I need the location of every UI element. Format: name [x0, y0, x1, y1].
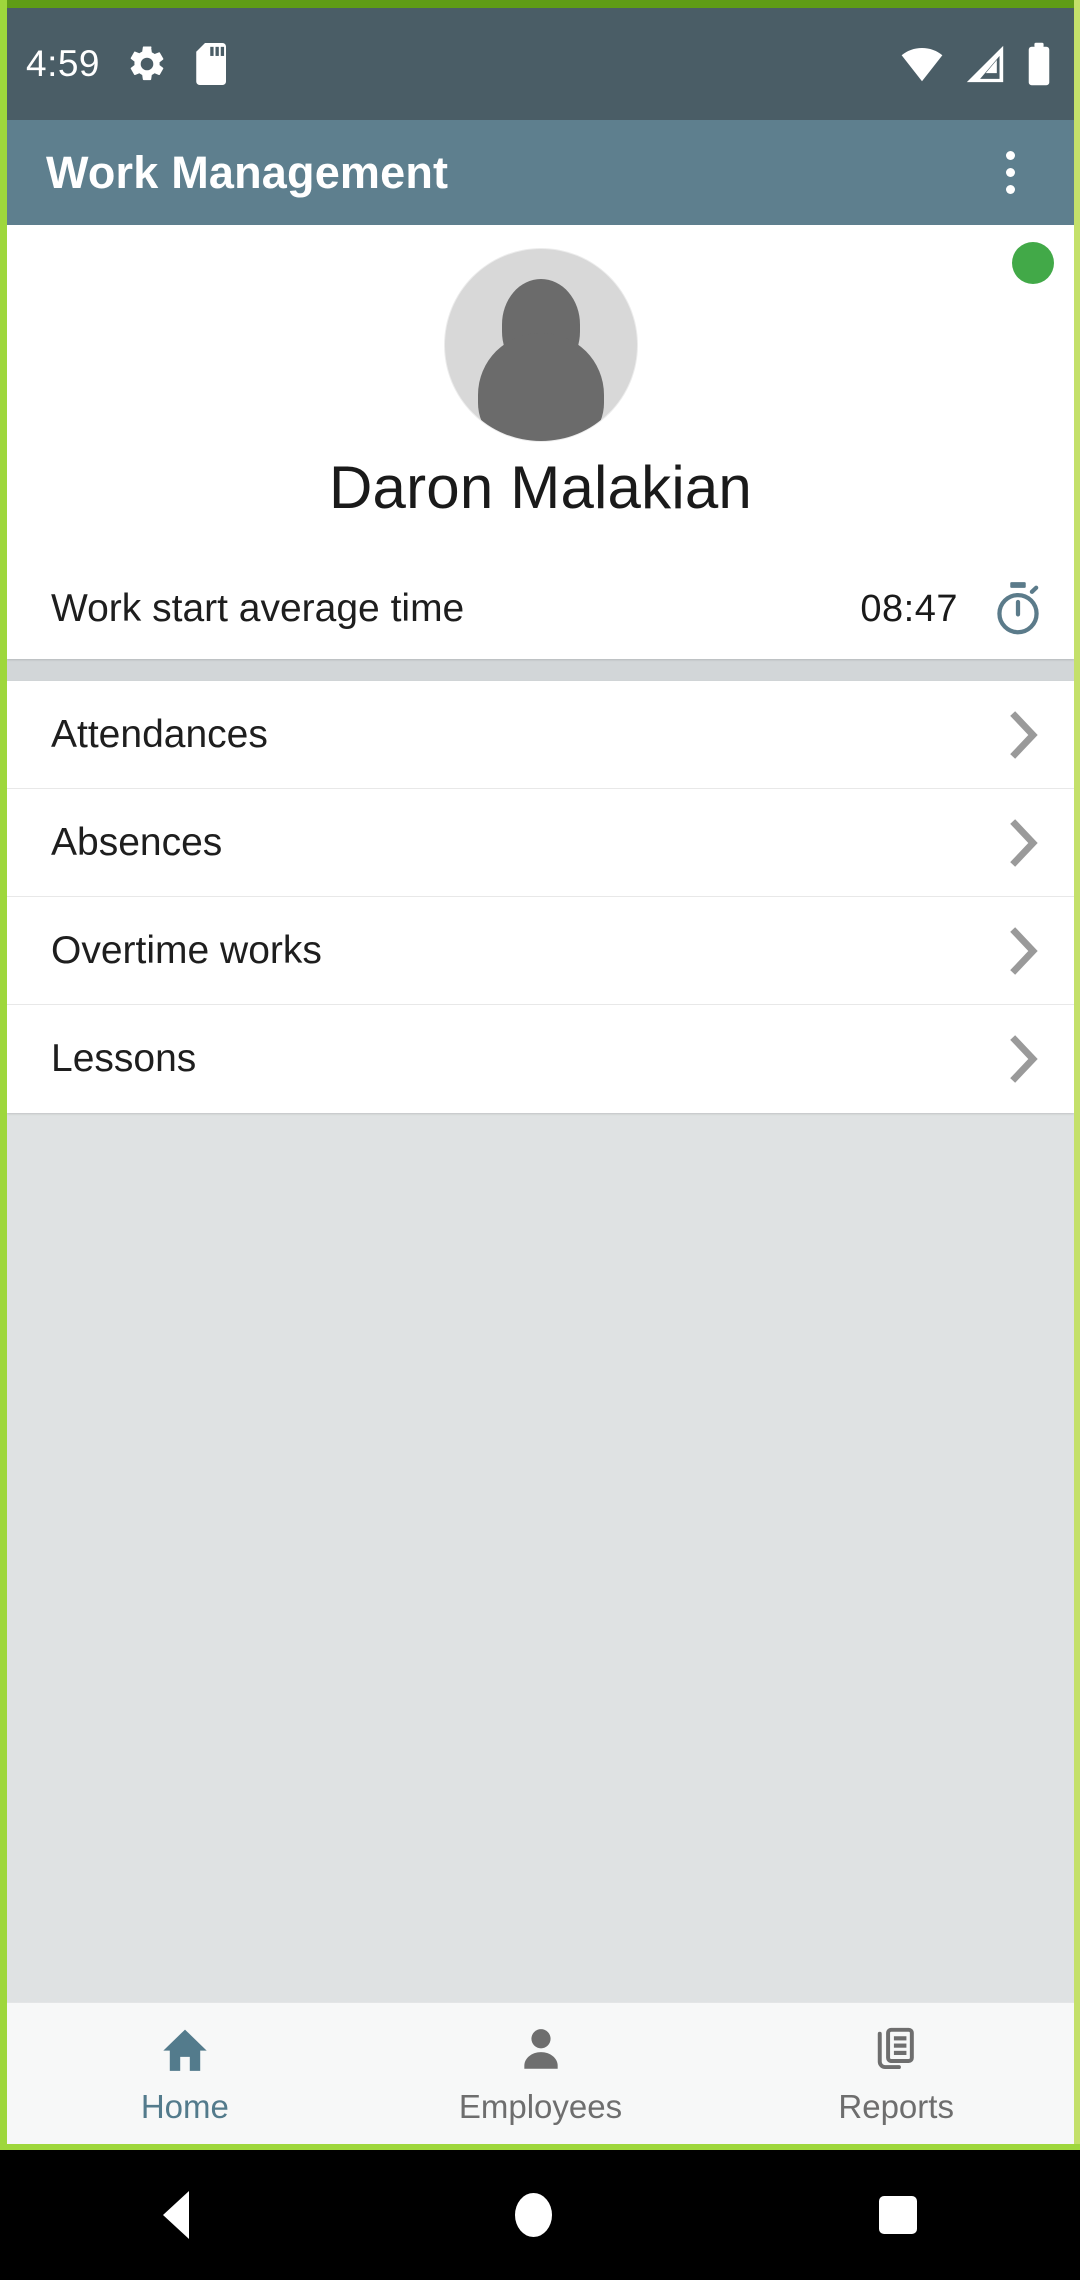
window-frame-right	[1074, 0, 1080, 2150]
window-frame-top	[0, 0, 1080, 8]
nav-item-label: Employees	[458, 2088, 623, 2125]
profile-name: Daron Malakian	[328, 454, 752, 521]
card-separator	[7, 659, 1074, 681]
battery-icon	[1026, 42, 1052, 86]
overflow-dot	[1005, 185, 1015, 194]
overflow-dot	[1005, 151, 1015, 160]
stopwatch-icon	[990, 580, 1046, 638]
overflow-menu-icon[interactable]	[982, 138, 1038, 208]
wifi-icon	[900, 44, 944, 84]
work-start-average-label: Work start average time	[51, 587, 465, 630]
nav-item-home[interactable]: Home	[7, 2003, 363, 2148]
person-icon	[515, 2025, 567, 2080]
overflow-dot	[1005, 168, 1015, 177]
reports-document-icon	[870, 2025, 922, 2080]
profile-card: Daron Malakian Work start average time 0…	[7, 225, 1074, 659]
chevron-right-icon	[1004, 923, 1046, 979]
content-area: Daron Malakian Work start average time 0…	[7, 225, 1074, 1367]
work-start-average-value: 08:47	[860, 587, 958, 630]
status-bar-right	[900, 42, 1052, 86]
avatar[interactable]	[444, 249, 637, 441]
menu-item-lessons[interactable]: Lessons	[7, 1005, 1074, 1113]
gear-icon	[126, 43, 168, 85]
home-icon	[159, 2025, 211, 2080]
recents-square-icon[interactable]	[878, 2196, 917, 2234]
chevron-right-icon	[1004, 815, 1046, 871]
phone-screen: 4:59 Work Management Daron Malakian Work…	[0, 0, 1080, 2280]
cellular-signal-icon	[964, 44, 1006, 84]
menu-item-label: Overtime works	[51, 928, 322, 972]
menu-list: Attendances Absences Overtime works Less…	[7, 681, 1074, 1113]
nav-item-reports[interactable]: Reports	[718, 2003, 1074, 2148]
nav-item-label: Reports	[838, 2088, 954, 2125]
page-title: Work Management	[46, 146, 449, 198]
window-frame-left	[0, 0, 7, 2150]
menu-item-label: Attendances	[51, 712, 268, 756]
chevron-right-icon	[1004, 707, 1046, 763]
chevron-right-icon	[1004, 1031, 1046, 1087]
menu-item-attendances[interactable]: Attendances	[7, 681, 1074, 789]
sd-card-icon	[194, 43, 230, 85]
nav-item-employees[interactable]: Employees	[363, 2003, 719, 2148]
home-circle-icon[interactable]	[515, 2193, 553, 2237]
menu-item-overtime-works[interactable]: Overtime works	[7, 897, 1074, 1005]
window-frame-bottom	[0, 2144, 1080, 2150]
back-triangle-icon[interactable]	[163, 2191, 190, 2239]
menu-item-label: Absences	[51, 820, 223, 864]
status-bar: 4:59	[0, 8, 1080, 120]
nav-item-label: Home	[140, 2088, 229, 2125]
app-bar: Work Management	[7, 120, 1074, 225]
person-placeholder-body	[477, 333, 604, 441]
menu-item-absences[interactable]: Absences	[7, 789, 1074, 897]
system-navigation-bar	[0, 2150, 1080, 2280]
status-badge-online	[1012, 242, 1054, 284]
status-bar-left: 4:59	[26, 43, 230, 85]
bottom-navigation: Home Employees Reports	[7, 2002, 1074, 2148]
status-bar-clock: 4:59	[26, 43, 101, 84]
work-start-average-row: Work start average time 08:47	[7, 561, 1074, 657]
menu-item-label: Lessons	[51, 1037, 197, 1080]
